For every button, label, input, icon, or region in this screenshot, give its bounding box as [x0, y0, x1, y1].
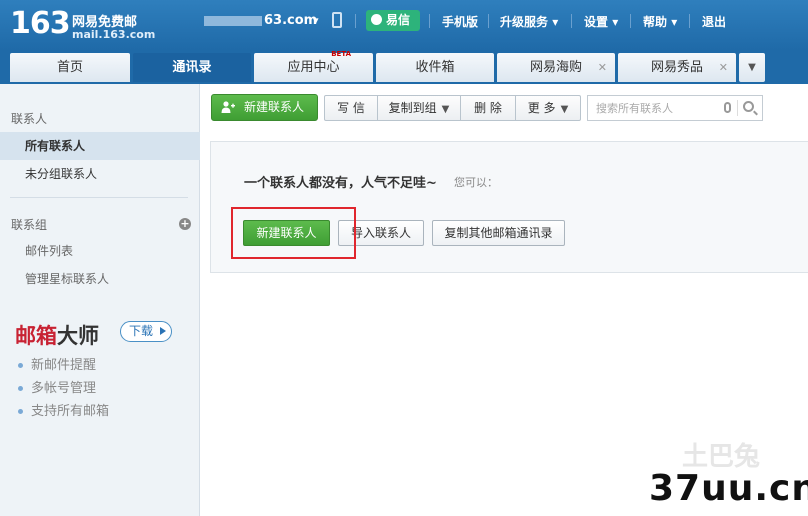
feature-item: 多帐号管理: [18, 377, 96, 396]
tab-xiupin[interactable]: 网易秀品 ✕: [618, 53, 736, 82]
logo-url: mail.163.com: [72, 28, 156, 41]
add-user-icon: [221, 101, 235, 113]
upgrade-link[interactable]: 升级服务 ▾: [500, 13, 558, 30]
empty-state-message: 一个联系人都没有，人气不足哇~: [244, 176, 437, 191]
contacts-heading: 联系人: [11, 112, 48, 126]
sidebar-item-manage-starred[interactable]: 管理星标联系人: [0, 265, 200, 293]
feature-item: 支持所有邮箱: [18, 400, 109, 419]
header-divider: [630, 14, 631, 28]
header-divider: [355, 14, 356, 28]
tabs-more-chevron-icon[interactable]: ▼: [739, 53, 765, 82]
phone-icon[interactable]: [332, 12, 342, 28]
sidebar-item-all-contacts[interactable]: 所有联系人: [0, 132, 200, 160]
help-link[interactable]: 帮助 ▾: [643, 13, 677, 30]
search-icon[interactable]: [743, 101, 754, 112]
tab-app-center[interactable]: 应用中心 BETA: [254, 50, 373, 82]
beta-badge: BETA: [331, 50, 351, 58]
add-group-plus-icon[interactable]: +: [179, 218, 191, 230]
header-divider: [488, 14, 489, 28]
tab-home[interactable]: 首页: [10, 53, 130, 82]
delete-button[interactable]: 删 除: [460, 95, 516, 121]
red-highlight-box: [231, 207, 356, 259]
more-button[interactable]: 更 多 ▼: [515, 95, 581, 121]
account-email[interactable]: 63.com: [204, 13, 317, 28]
search-input[interactable]: [596, 101, 722, 116]
tab-contacts[interactable]: 通讯录: [133, 53, 251, 82]
copy-to-group-button[interactable]: 复制到组 ▼: [377, 95, 461, 121]
close-icon[interactable]: ✕: [719, 53, 728, 82]
tab-bar: 首页 通讯录 应用中心 BETA 收件箱 网易海购 ✕ 网易秀品 ✕ ▼: [0, 50, 808, 84]
settings-link[interactable]: 设置 ▾: [584, 13, 618, 30]
header-divider: [689, 14, 690, 28]
sidebar-item-mail-list[interactable]: 邮件列表: [0, 237, 200, 265]
copy-other-addressbook-button[interactable]: 复制其他邮箱通讯录: [432, 220, 565, 246]
microphone-icon[interactable]: [724, 102, 731, 113]
feature-item: 新邮件提醒: [18, 354, 96, 373]
header-divider: [571, 14, 572, 28]
tab-haigou[interactable]: 网易海购 ✕: [497, 53, 615, 82]
blurred-username: [204, 15, 262, 26]
yixin-button[interactable]: 易信: [366, 10, 420, 31]
header-divider: [429, 14, 430, 28]
search-box: [587, 95, 763, 121]
write-mail-button[interactable]: 写 信: [324, 95, 378, 121]
groups-heading: 联系组: [11, 218, 48, 232]
account-dropdown-icon[interactable]: ▾: [313, 14, 319, 27]
logo-163[interactable]: 163: [10, 6, 71, 41]
download-button[interactable]: 下载: [120, 321, 172, 342]
tab-inbox[interactable]: 收件箱: [376, 53, 494, 82]
logout-link[interactable]: 退出: [702, 13, 726, 30]
close-icon[interactable]: ✕: [598, 53, 607, 82]
top-header: 163 网易免费邮 mail.163.com 63.com ▾ 易信 手机版 升…: [0, 0, 808, 50]
mobile-link[interactable]: 手机版: [442, 13, 478, 30]
watermark-site: 37uu.cn: [649, 468, 808, 509]
mailmaster-logo[interactable]: 邮箱大师: [15, 320, 99, 350]
sidebar: 联系人 所有联系人 未分组联系人 联系组 + 邮件列表 管理星标联系人 邮箱大师…: [0, 84, 200, 516]
sidebar-item-ungrouped[interactable]: 未分组联系人: [0, 160, 200, 188]
empty-state-hint: 您可以：: [454, 176, 498, 189]
search-divider: [737, 100, 738, 116]
sidebar-divider: [10, 197, 188, 198]
